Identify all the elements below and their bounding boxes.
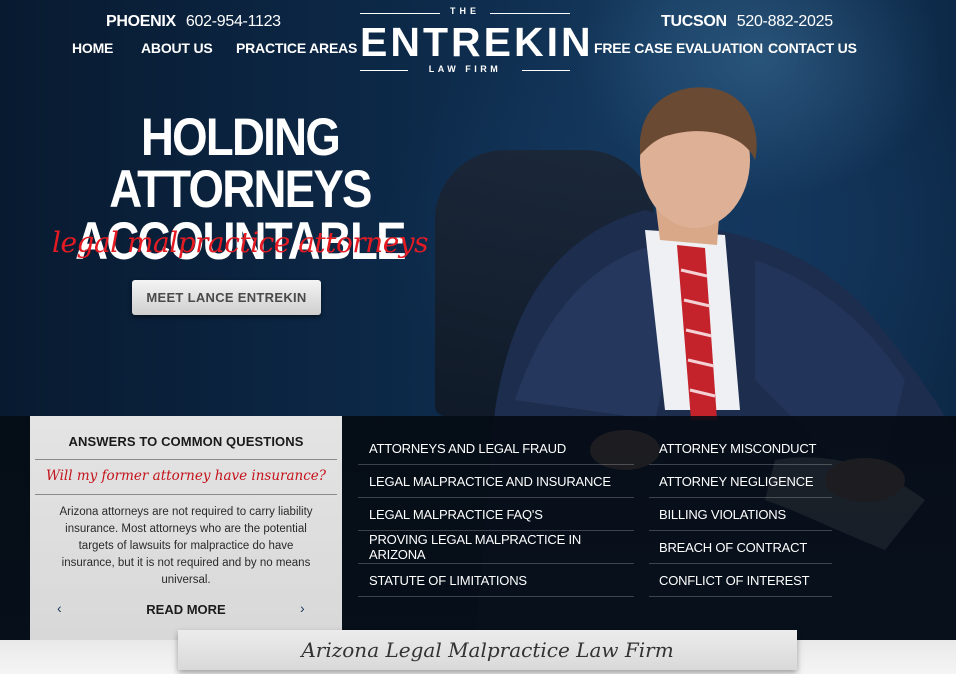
phone-city-label: PHOENIX xyxy=(106,13,176,30)
nav-about-us[interactable]: ABOUT US xyxy=(141,40,213,56)
faq-box: ANSWERS TO COMMON QUESTIONS Will my form… xyxy=(30,416,342,640)
phone-phoenix: PHOENIX 602-954-1123 xyxy=(106,12,281,32)
topic-link[interactable]: BREACH OF CONTRACT xyxy=(649,531,832,564)
meet-attorney-button[interactable]: MEET LANCE ENTREKIN xyxy=(132,280,321,315)
topic-link[interactable]: PROVING LEGAL MALPRACTICE IN ARIZONA xyxy=(358,531,634,564)
hero-headline-line1: HOLDING ATTORNEYS xyxy=(109,108,372,219)
topic-link[interactable]: ATTORNEY MISCONDUCT xyxy=(649,432,832,465)
phone-number[interactable]: 602-954-1123 xyxy=(186,13,281,31)
faq-divider xyxy=(35,459,337,460)
read-more-link[interactable]: READ MORE xyxy=(30,602,342,617)
firm-banner: Arizona Legal Malpractice Law Firm xyxy=(178,630,797,670)
faq-answer: Arizona attorneys are not required to ca… xyxy=(59,506,313,586)
faq-title: ANSWERS TO COMMON QUESTIONS xyxy=(68,434,304,449)
topic-link[interactable]: STATUTE OF LIMITATIONS xyxy=(358,564,634,597)
nav-free-case-evaluation[interactable]: FREE CASE EVALUATION xyxy=(594,40,763,56)
topic-link[interactable]: ATTORNEY NEGLIGENCE xyxy=(649,465,832,498)
topic-link[interactable]: ATTORNEYS AND LEGAL FRAUD xyxy=(358,432,634,465)
topic-link[interactable]: BILLING VIOLATIONS xyxy=(649,498,832,531)
phone-number[interactable]: 520-882-2025 xyxy=(737,13,833,31)
nav-home[interactable]: HOME xyxy=(72,40,113,56)
faq-next-icon[interactable]: › xyxy=(300,600,305,616)
logo-sub: LAW FIRM xyxy=(360,64,570,76)
hero-tagline: legal malpractice attorneys xyxy=(52,226,428,259)
logo-name: ENTREKIN xyxy=(360,19,594,65)
faq-divider xyxy=(35,494,337,495)
topic-link[interactable]: CONFLICT OF INTEREST xyxy=(649,564,832,597)
nav-contact-us[interactable]: CONTACT US xyxy=(768,40,857,56)
faq-question[interactable]: Will my former attorney have insurance? xyxy=(30,468,342,484)
topic-link[interactable]: LEGAL MALPRACTICE FAQ'S xyxy=(358,498,634,531)
phone-city-label: TUCSON xyxy=(661,13,727,30)
nav-practice-areas[interactable]: PRACTICE AREAS xyxy=(236,40,357,56)
phone-tucson: TUCSON 520-882-2025 xyxy=(661,12,833,32)
topic-link[interactable]: LEGAL MALPRACTICE AND INSURANCE xyxy=(358,465,634,498)
firm-logo[interactable]: THE ENTREKIN LAW FIRM xyxy=(360,6,594,76)
